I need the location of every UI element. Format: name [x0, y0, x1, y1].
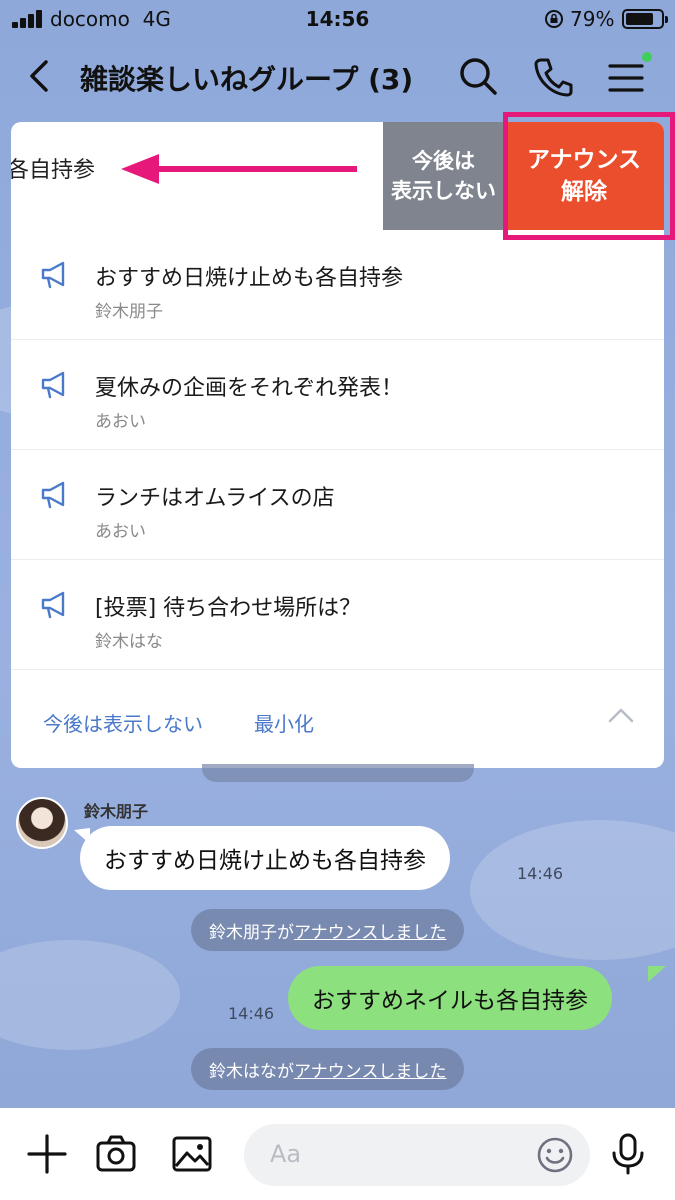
announcement-text: ランチはオムライスの店	[95, 486, 335, 511]
announcement-author: 鈴木朋子	[95, 302, 163, 322]
announcement-item[interactable]: ランチはオムライスの店 あおい	[11, 450, 664, 560]
swiped-announcement-text: 各自持参	[11, 158, 96, 183]
menu-icon[interactable]	[604, 54, 648, 98]
hide-all-link[interactable]: 今後は表示しない	[43, 708, 203, 737]
system-message: 鈴木朋子が アナウンスしました	[191, 909, 465, 951]
camera-icon[interactable]	[94, 1132, 138, 1176]
megaphone-icon	[41, 481, 65, 509]
announcement-author: 鈴木はな	[95, 632, 163, 652]
phone-icon[interactable]	[531, 54, 575, 98]
announcement-text: おすすめ日焼け止めも各自持参	[95, 266, 404, 291]
minimize-link[interactable]: 最小化	[254, 708, 314, 737]
message-input-placeholder: Aa	[270, 1140, 302, 1168]
chat-title: 雑談楽しいねグループ (3)	[80, 63, 414, 96]
microphone-icon[interactable]	[606, 1132, 650, 1176]
outgoing-message[interactable]: おすすめネイルも各自持参	[288, 966, 612, 1030]
message-time: 14:46	[517, 864, 564, 883]
message-input[interactable]: Aa	[244, 1124, 590, 1186]
announcement-text: 夏休みの企画をそれぞれ発表！	[95, 376, 404, 401]
hidden-system-message	[202, 764, 474, 782]
bubble-tail	[648, 966, 666, 982]
battery-icon	[622, 9, 668, 29]
search-icon[interactable]	[456, 54, 500, 98]
remove-announcement-button[interactable]: アナウンス 解除	[504, 122, 664, 230]
announcement-link[interactable]: アナウンスしました	[294, 1057, 446, 1082]
megaphone-icon	[41, 591, 65, 619]
chevron-up-icon[interactable]	[607, 706, 635, 724]
megaphone-icon	[41, 261, 65, 289]
emoji-icon[interactable]	[536, 1136, 574, 1174]
back-icon[interactable]	[20, 56, 60, 96]
sender-name: 鈴木朋子	[84, 802, 149, 821]
announcement-author: あおい	[95, 412, 146, 432]
message-input-bar: Aa	[0, 1108, 675, 1200]
hide-announcement-button[interactable]: 今後は 表示しない	[383, 122, 504, 230]
swipe-arrow-icon	[121, 154, 357, 184]
megaphone-icon	[41, 371, 65, 399]
avatar[interactable]	[16, 797, 68, 849]
announcement-item[interactable]: おすすめ日焼け止めも各自持参 鈴木朋子	[11, 230, 664, 340]
rotation-lock-icon	[545, 10, 563, 28]
announcement-link[interactable]: アナウンスしました	[294, 918, 446, 943]
announcement-text: [投票] 待ち合わせ場所は？	[95, 596, 362, 621]
plus-icon[interactable]	[25, 1132, 69, 1176]
chat-header: 雑談楽しいねグループ (3)	[0, 44, 675, 108]
status-bar: docomo 4G 14:56 79%	[0, 0, 675, 40]
incoming-message[interactable]: おすすめ日焼け止めも各自持参	[80, 826, 450, 890]
announcement-panel-footer: 今後は表示しない 最小化	[11, 670, 664, 768]
image-icon[interactable]	[170, 1132, 214, 1176]
announcement-item[interactable]: 夏休みの企画をそれぞれ発表！ あおい	[11, 340, 664, 450]
battery-percent: 79%	[570, 7, 615, 31]
notification-dot	[642, 52, 652, 62]
system-message: 鈴木はなが アナウンスしました	[191, 1048, 465, 1090]
announcement-item[interactable]: [投票] 待ち合わせ場所は？ 鈴木はな	[11, 560, 664, 670]
announcement-panel: 各自持参 今後は 表示しない アナウンス 解除 おすすめ日焼け止めも各自持参 鈴木朋…	[11, 122, 664, 768]
swiped-announcement-row[interactable]: 各自持参 今後は 表示しない アナウンス 解除	[11, 122, 664, 230]
message-time: 14:46	[228, 1004, 275, 1023]
announcement-author: あおい	[95, 522, 146, 542]
announcement-list: おすすめ日焼け止めも各自持参 鈴木朋子 夏休みの企画をそれぞれ発表！ あおい ラ…	[11, 230, 664, 670]
